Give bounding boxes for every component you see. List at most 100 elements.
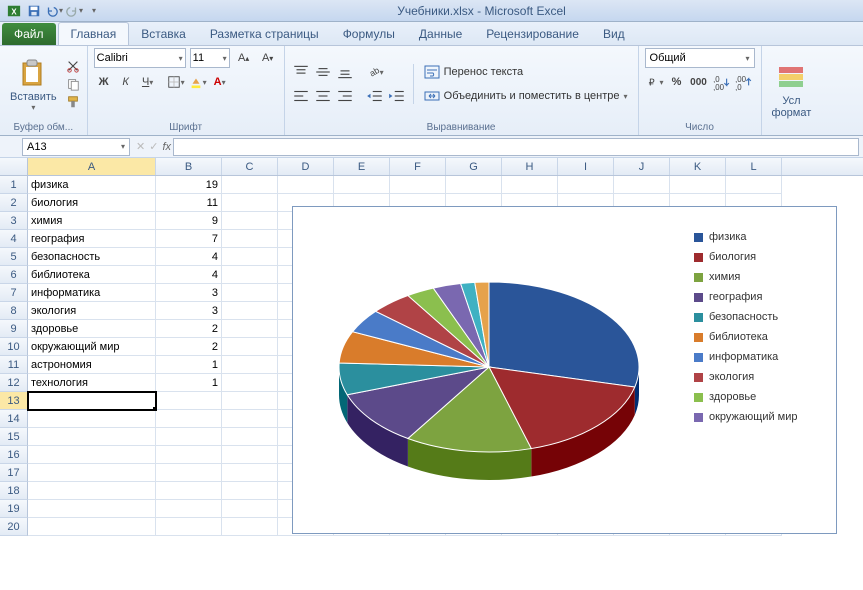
row-header-16[interactable]: 16 — [0, 446, 28, 464]
col-header-K[interactable]: K — [670, 158, 726, 175]
cell-C7[interactable] — [222, 284, 278, 302]
cell-L1[interactable] — [726, 176, 782, 194]
cell-B20[interactable] — [156, 518, 222, 536]
cell-A8[interactable]: экология — [28, 302, 156, 320]
cell-A5[interactable]: безопасность — [28, 248, 156, 266]
increase-indent-icon[interactable] — [387, 86, 407, 106]
decrease-decimal-icon[interactable]: ,00,0 — [733, 72, 753, 92]
row-header-10[interactable]: 10 — [0, 338, 28, 356]
col-header-I[interactable]: I — [558, 158, 614, 175]
cell-A11[interactable]: астрономия — [28, 356, 156, 374]
chart-object[interactable]: физикабиологияхимиягеографиябезопасность… — [292, 206, 837, 534]
qat-customize-icon[interactable]: ▾ — [85, 2, 103, 20]
cell-B10[interactable]: 2 — [156, 338, 222, 356]
increase-decimal-icon[interactable]: ,0,00 — [711, 72, 731, 92]
fx-cancel-icon[interactable]: ✕ — [136, 140, 145, 153]
cell-C11[interactable] — [222, 356, 278, 374]
cell-B13[interactable] — [156, 392, 222, 410]
cell-A13[interactable] — [28, 392, 156, 410]
cell-B8[interactable]: 3 — [156, 302, 222, 320]
fill-color-icon[interactable]: ▾ — [188, 72, 208, 92]
select-all-corner[interactable] — [0, 158, 28, 175]
row-header-19[interactable]: 19 — [0, 500, 28, 518]
cell-C17[interactable] — [222, 464, 278, 482]
shrink-font-icon[interactable]: A▾ — [258, 48, 278, 68]
save-icon[interactable] — [25, 2, 43, 20]
col-header-B[interactable]: B — [156, 158, 222, 175]
tab-file[interactable]: Файл — [2, 23, 56, 45]
col-header-J[interactable]: J — [614, 158, 670, 175]
conditional-format-button[interactable]: Усл формат — [768, 59, 816, 121]
font-color-icon[interactable]: A▾ — [210, 72, 230, 92]
col-header-C[interactable]: C — [222, 158, 278, 175]
italic-button[interactable]: К — [116, 72, 136, 92]
cell-A12[interactable]: технология — [28, 374, 156, 392]
col-header-G[interactable]: G — [446, 158, 502, 175]
copy-icon[interactable] — [65, 76, 81, 92]
merge-center-button[interactable]: Объединить и поместить в центре▾ — [420, 86, 632, 106]
underline-button[interactable]: Ч▾ — [138, 72, 158, 92]
col-header-F[interactable]: F — [390, 158, 446, 175]
cell-C14[interactable] — [222, 410, 278, 428]
percent-icon[interactable]: % — [667, 72, 687, 92]
cell-K1[interactable] — [670, 176, 726, 194]
orientation-icon[interactable]: ab▾ — [365, 62, 385, 82]
name-box[interactable]: A13▾ — [22, 138, 130, 156]
cell-C8[interactable] — [222, 302, 278, 320]
cell-B5[interactable]: 4 — [156, 248, 222, 266]
cell-A6[interactable]: библиотека — [28, 266, 156, 284]
comma-icon[interactable]: 000 — [689, 72, 709, 92]
row-header-20[interactable]: 20 — [0, 518, 28, 536]
cell-C5[interactable] — [222, 248, 278, 266]
cell-B18[interactable] — [156, 482, 222, 500]
tab-data[interactable]: Данные — [407, 23, 474, 45]
cell-C13[interactable] — [222, 392, 278, 410]
row-header-14[interactable]: 14 — [0, 410, 28, 428]
formula-input[interactable] — [173, 138, 859, 156]
grow-font-icon[interactable]: A▴ — [234, 48, 254, 68]
align-top-icon[interactable] — [291, 62, 311, 82]
cell-B1[interactable]: 19 — [156, 176, 222, 194]
format-painter-icon[interactable] — [65, 94, 81, 110]
row-header-7[interactable]: 7 — [0, 284, 28, 302]
cell-A2[interactable]: биология — [28, 194, 156, 212]
fx-icon[interactable]: fx — [162, 141, 171, 153]
cell-A17[interactable] — [28, 464, 156, 482]
fx-confirm-icon[interactable]: ✓ — [149, 140, 158, 153]
row-header-18[interactable]: 18 — [0, 482, 28, 500]
cell-C9[interactable] — [222, 320, 278, 338]
col-header-A[interactable]: A — [28, 158, 156, 175]
tab-page-layout[interactable]: Разметка страницы — [198, 23, 331, 45]
redo-icon[interactable]: ▾ — [65, 2, 83, 20]
cell-A3[interactable]: химия — [28, 212, 156, 230]
row-header-13[interactable]: 13 — [0, 392, 28, 410]
cell-C12[interactable] — [222, 374, 278, 392]
cell-B9[interactable]: 2 — [156, 320, 222, 338]
row-header-4[interactable]: 4 — [0, 230, 28, 248]
number-format-select[interactable]: Общий▾ — [645, 48, 755, 68]
col-header-E[interactable]: E — [334, 158, 390, 175]
cell-A7[interactable]: информатика — [28, 284, 156, 302]
cell-A16[interactable] — [28, 446, 156, 464]
align-center-icon[interactable] — [313, 86, 333, 106]
tab-home[interactable]: Главная — [58, 22, 130, 45]
cell-B19[interactable] — [156, 500, 222, 518]
cell-B15[interactable] — [156, 428, 222, 446]
row-header-5[interactable]: 5 — [0, 248, 28, 266]
row-header-1[interactable]: 1 — [0, 176, 28, 194]
row-header-17[interactable]: 17 — [0, 464, 28, 482]
cell-C4[interactable] — [222, 230, 278, 248]
cell-C18[interactable] — [222, 482, 278, 500]
cell-B16[interactable] — [156, 446, 222, 464]
row-header-8[interactable]: 8 — [0, 302, 28, 320]
cell-B2[interactable]: 11 — [156, 194, 222, 212]
undo-icon[interactable]: ▾ — [45, 2, 63, 20]
cell-A20[interactable] — [28, 518, 156, 536]
font-name-select[interactable]: Calibri▾ — [94, 48, 186, 68]
cell-C20[interactable] — [222, 518, 278, 536]
cell-A19[interactable] — [28, 500, 156, 518]
tab-formulas[interactable]: Формулы — [331, 23, 407, 45]
cell-A18[interactable] — [28, 482, 156, 500]
cell-I1[interactable] — [558, 176, 614, 194]
cell-B4[interactable]: 7 — [156, 230, 222, 248]
